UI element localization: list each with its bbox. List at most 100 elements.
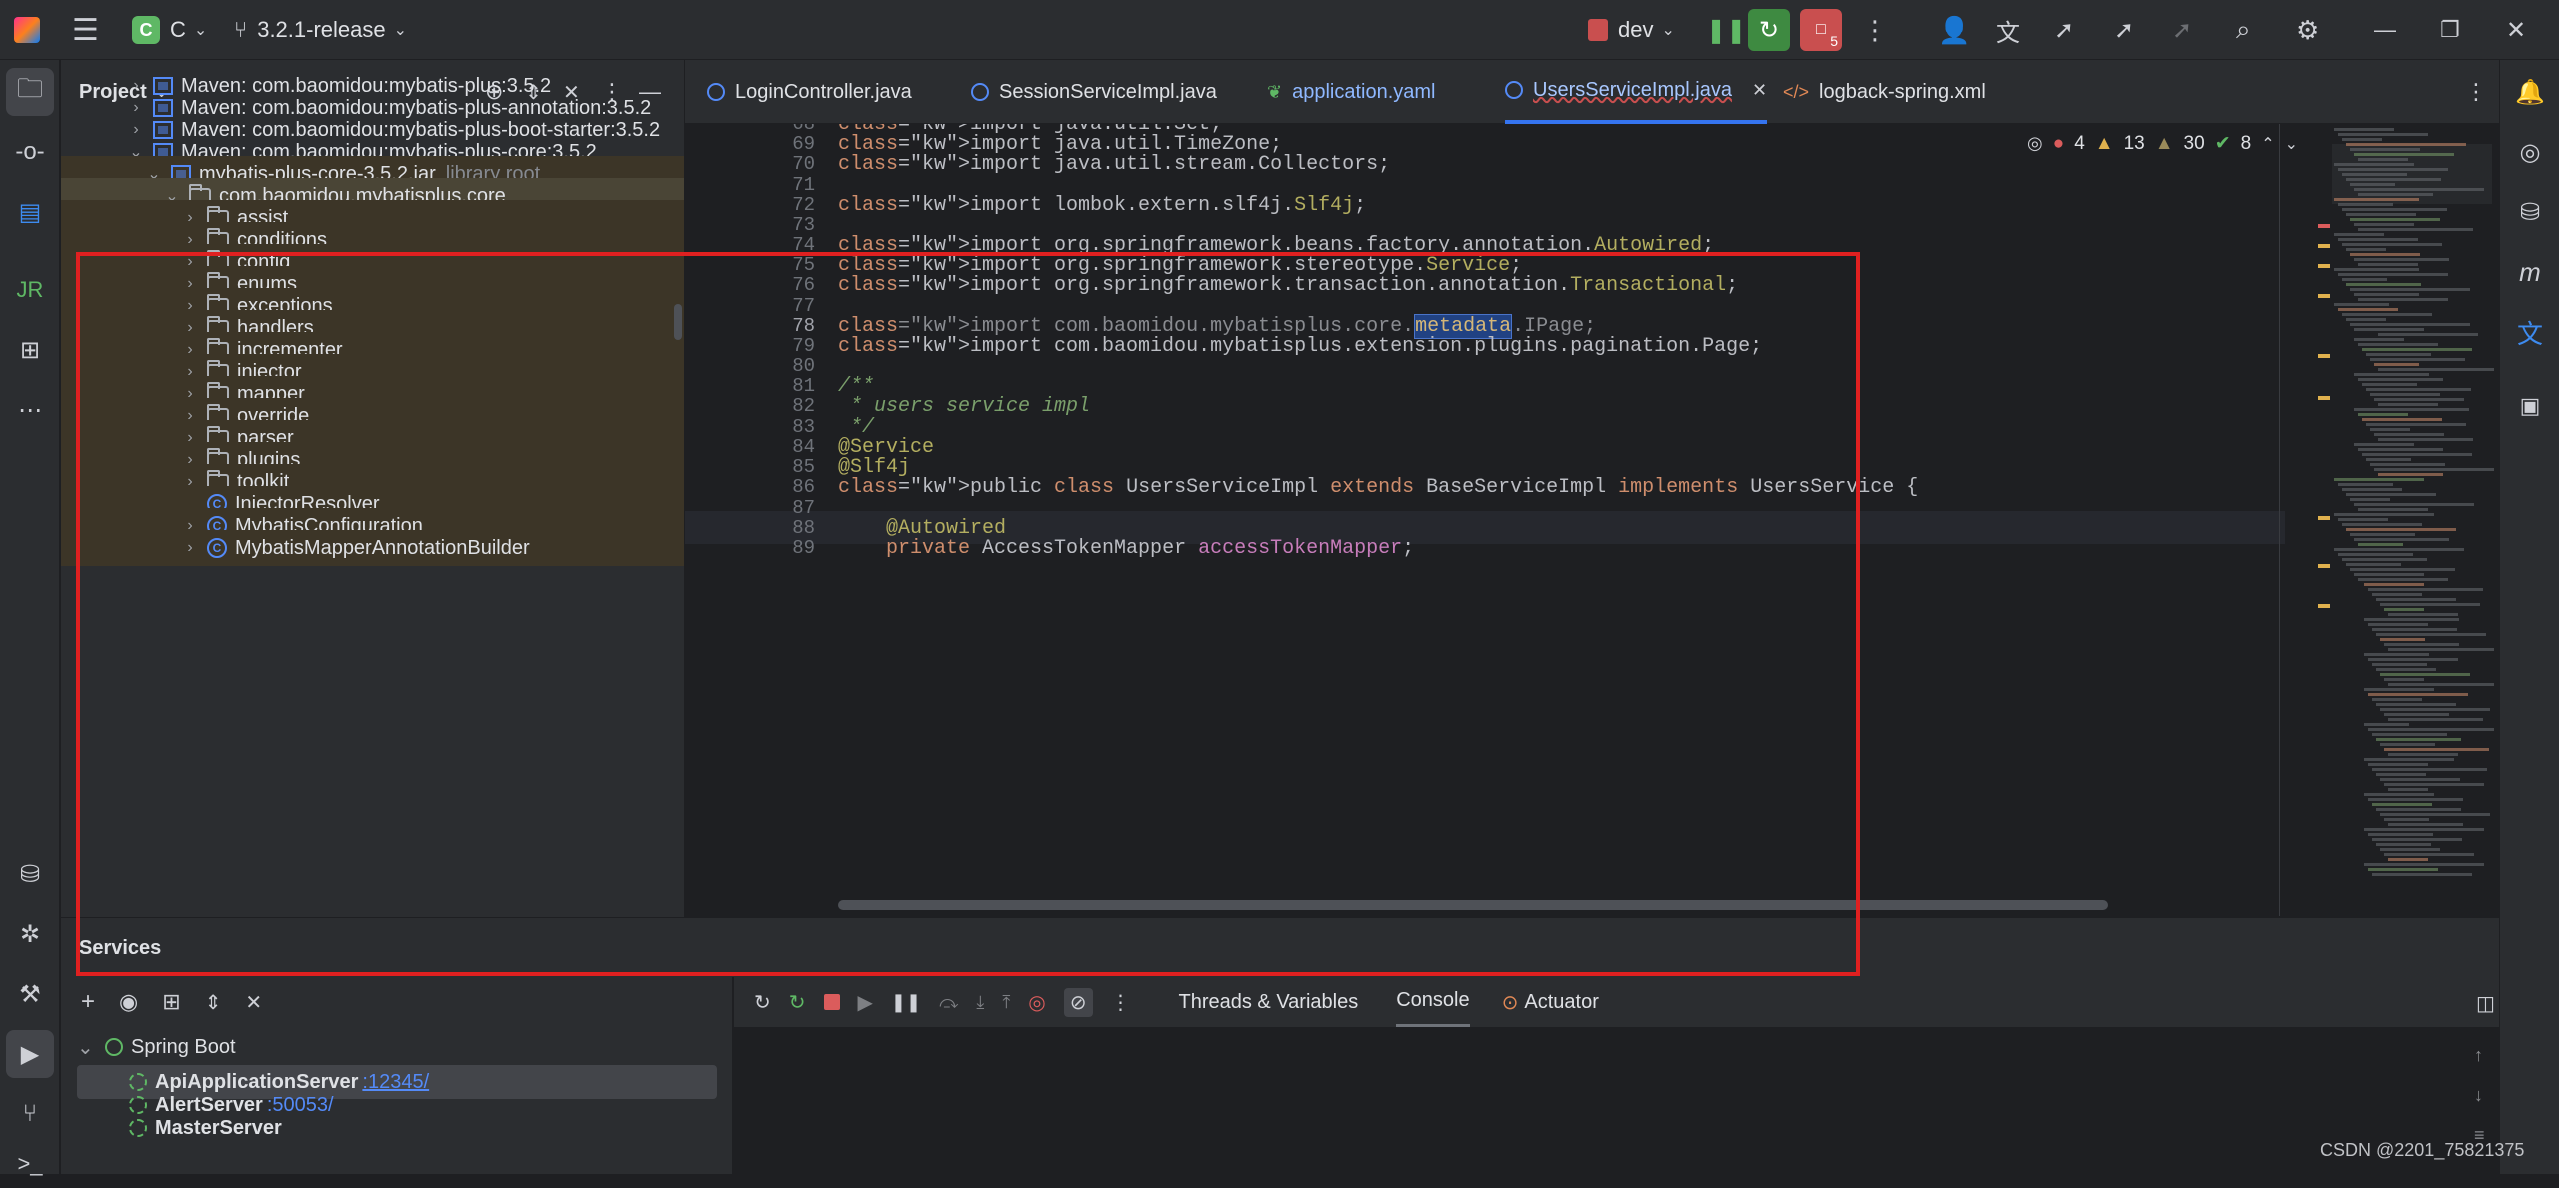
notifications-button[interactable]: 🔔 — [2506, 68, 2554, 116]
error-stripe-mark[interactable] — [2318, 564, 2330, 568]
code-line[interactable]: class="kw">import org.springframework.tr… — [838, 274, 1738, 297]
maven-panel-button[interactable]: m — [2506, 248, 2554, 296]
step-out-icon[interactable]: ⤒ — [1002, 992, 1010, 1013]
tab-login-controller[interactable]: LoginController.java — [707, 60, 912, 124]
scroll-up-button[interactable]: ↑ — [2474, 1045, 2483, 1066]
code-line[interactable]: class="kw">import com.baomidou.mybatispl… — [838, 335, 1762, 358]
tab-logback-spring[interactable]: </> logback-spring.xml — [1783, 60, 1986, 124]
more-tools-button[interactable]: ⋯ — [6, 386, 54, 434]
error-stripe-mark[interactable] — [2318, 244, 2330, 248]
deploy-button[interactable]: ➚ — [2054, 0, 2074, 60]
rerun-button[interactable]: ↻ — [1748, 0, 1790, 60]
build-tool-button[interactable]: ⚒ — [6, 970, 54, 1018]
translate-button[interactable]: 文 — [1996, 0, 2020, 60]
more-vertical-icon[interactable]: ⋮ — [1111, 990, 1131, 1015]
collapse-all-icon[interactable]: ✕ — [245, 990, 262, 1015]
minimap-line — [2350, 253, 2420, 256]
view-breakpoints-icon[interactable]: ◎ — [1028, 990, 1045, 1015]
tree-scrollbar[interactable] — [674, 304, 682, 340]
maximize-button[interactable]: ❐ — [2440, 0, 2460, 60]
main-menu-button[interactable]: ☰ — [72, 0, 99, 60]
tab-users-service-impl[interactable]: UsersServiceImpl.java ✕ — [1505, 60, 1768, 124]
run-config-icon — [1588, 19, 1608, 41]
tab-actuator[interactable]: ⊙ Actuator — [1502, 990, 1599, 1015]
services-tool-button[interactable]: ▶ — [6, 1030, 54, 1078]
deploy-alt-button[interactable]: ➚ — [2114, 0, 2134, 60]
branch-icon: ⑂ — [234, 17, 248, 42]
debug-tool-button[interactable]: ✲ — [6, 910, 54, 958]
code-line[interactable]: class="kw">import lombok.extern.slf4j.Sl… — [838, 194, 1366, 217]
search-button[interactable]: ⌕ — [2236, 0, 2251, 60]
chevron-right-icon[interactable]: › — [179, 539, 201, 557]
code-line[interactable]: private AccessTokenMapper accessTokenMap… — [838, 537, 1414, 560]
jrebel-tool-button[interactable]: JR — [6, 266, 54, 314]
terminal-tool-button[interactable]: >_ — [6, 1140, 54, 1188]
error-stripe-mark[interactable] — [2318, 516, 2330, 520]
mute-breakpoints-icon[interactable]: ⊘ — [1063, 987, 1093, 1017]
error-stripe-mark[interactable] — [2318, 224, 2330, 228]
services-group-spring-boot[interactable]: ⌄ Spring Boot — [61, 1029, 733, 1065]
code-line[interactable]: * users service impl — [838, 395, 1090, 418]
project-name: C — [170, 17, 186, 42]
resume-icon[interactable]: ▶ — [858, 990, 873, 1015]
run-config-selector[interactable]: dev ⌄ — [1588, 0, 1675, 60]
services-detail-panel: ↻ ↻ ▶ ❚❚ ⤼ ⤓ ⤒ ◎ ⊘ ⋮ Threads & Variables… — [734, 977, 2499, 1174]
debug-button[interactable]: ❚❚ — [1706, 0, 1746, 60]
branch-switcher[interactable]: ⑂ 3.2.1-release ⌄ — [234, 0, 407, 60]
step-over-icon[interactable]: ⤼ — [939, 992, 958, 1013]
structure-tool-button[interactable]: ▤ — [6, 188, 54, 236]
code-editor[interactable]: 66class="kw">import java.util.Map;67clas… — [685, 124, 2499, 916]
reader-panel-button[interactable]: ▣ — [2506, 382, 2554, 430]
chevron-up-icon[interactable]: ⌃ — [2261, 134, 2274, 154]
settings-button[interactable]: ⚙ — [2296, 0, 2319, 60]
close-tab-icon[interactable]: ✕ — [1752, 80, 1767, 101]
expand-all-icon[interactable]: ⇕ — [205, 990, 222, 1015]
step-into-icon[interactable]: ⤓ — [976, 992, 984, 1013]
git-tool-button[interactable]: ⑂ — [6, 1090, 54, 1138]
tab-console[interactable]: Console — [1396, 977, 1470, 1027]
code-minimap[interactable] — [2318, 124, 2499, 916]
rerun-icon[interactable]: ↻ — [754, 990, 771, 1015]
commit-tool-button[interactable]: -o- — [6, 128, 54, 176]
deploy-disabled-button[interactable]: ➚ — [2172, 0, 2192, 60]
error-stripe-mark[interactable] — [2318, 604, 2330, 608]
console-output[interactable] — [734, 1027, 2454, 1174]
layout-icon: ◫ — [2476, 993, 2495, 1015]
minimize-button[interactable]: — — [2374, 0, 2396, 60]
tree-item[interactable]: › C MybatisMapperAnnotationBuilder — [61, 530, 684, 566]
rerun-failed-icon[interactable]: ↻ — [789, 990, 806, 1015]
project-tool-button[interactable]: 🗀 — [6, 68, 54, 116]
error-stripe-mark[interactable] — [2318, 264, 2330, 268]
plugins-tool-button[interactable]: ⊞ — [6, 326, 54, 374]
horizontal-scrollbar[interactable] — [838, 900, 2108, 910]
tab-application-yaml[interactable]: ❦ application.yaml — [1267, 60, 1436, 124]
database-tool-button[interactable]: ⛁ — [6, 850, 54, 898]
database-panel-button[interactable]: ⛁ — [2506, 188, 2554, 236]
more-actions-button[interactable]: ⋮ — [1862, 0, 1888, 60]
scroll-down-button[interactable]: ↓ — [2474, 1085, 2483, 1106]
tab-threads-variables[interactable]: Threads & Variables — [1179, 991, 1359, 1014]
new-group-icon[interactable]: ⊞ — [162, 989, 180, 1015]
tab-options-button[interactable]: ⋮ — [2465, 60, 2487, 124]
add-icon[interactable]: + — [81, 988, 95, 1016]
tab-session-service-impl[interactable]: SessionServiceImpl.java — [971, 60, 1217, 124]
stop-icon[interactable] — [823, 994, 840, 1010]
ai-assistant-button[interactable]: ◎ — [2506, 128, 2554, 176]
project-switcher[interactable]: C C ⌄ — [132, 0, 207, 60]
stop-button[interactable]: □ 5 — [1800, 0, 1842, 60]
chevron-down-icon[interactable]: ⌄ — [77, 1035, 99, 1060]
layout-toggle-button[interactable]: ◫ — [2476, 991, 2495, 1016]
eye-icon[interactable]: ◉ — [119, 989, 138, 1015]
error-stripe-mark[interactable] — [2318, 396, 2330, 400]
translate-panel-button[interactable]: 文 — [2506, 308, 2554, 356]
inspection-widget[interactable]: ◎ ● 4 ▲ 13 ▲ 30 ✔ 8 ⌃ ⌄ — [2027, 132, 2298, 155]
service-item[interactable]: MasterServer — [61, 1111, 733, 1145]
code-line[interactable]: class="kw">public class UsersServiceImpl… — [838, 476, 1918, 499]
pause-icon[interactable]: ❚❚ — [891, 992, 921, 1013]
chevron-down-icon[interactable]: ⌄ — [2285, 134, 2298, 154]
error-stripe-mark[interactable] — [2318, 294, 2330, 298]
error-stripe-mark[interactable] — [2318, 354, 2330, 358]
close-window-button[interactable]: ✕ — [2506, 0, 2526, 60]
code-line[interactable]: class="kw">import java.util.stream.Colle… — [838, 153, 1390, 176]
add-user-button[interactable]: 👤 — [1938, 0, 1970, 60]
